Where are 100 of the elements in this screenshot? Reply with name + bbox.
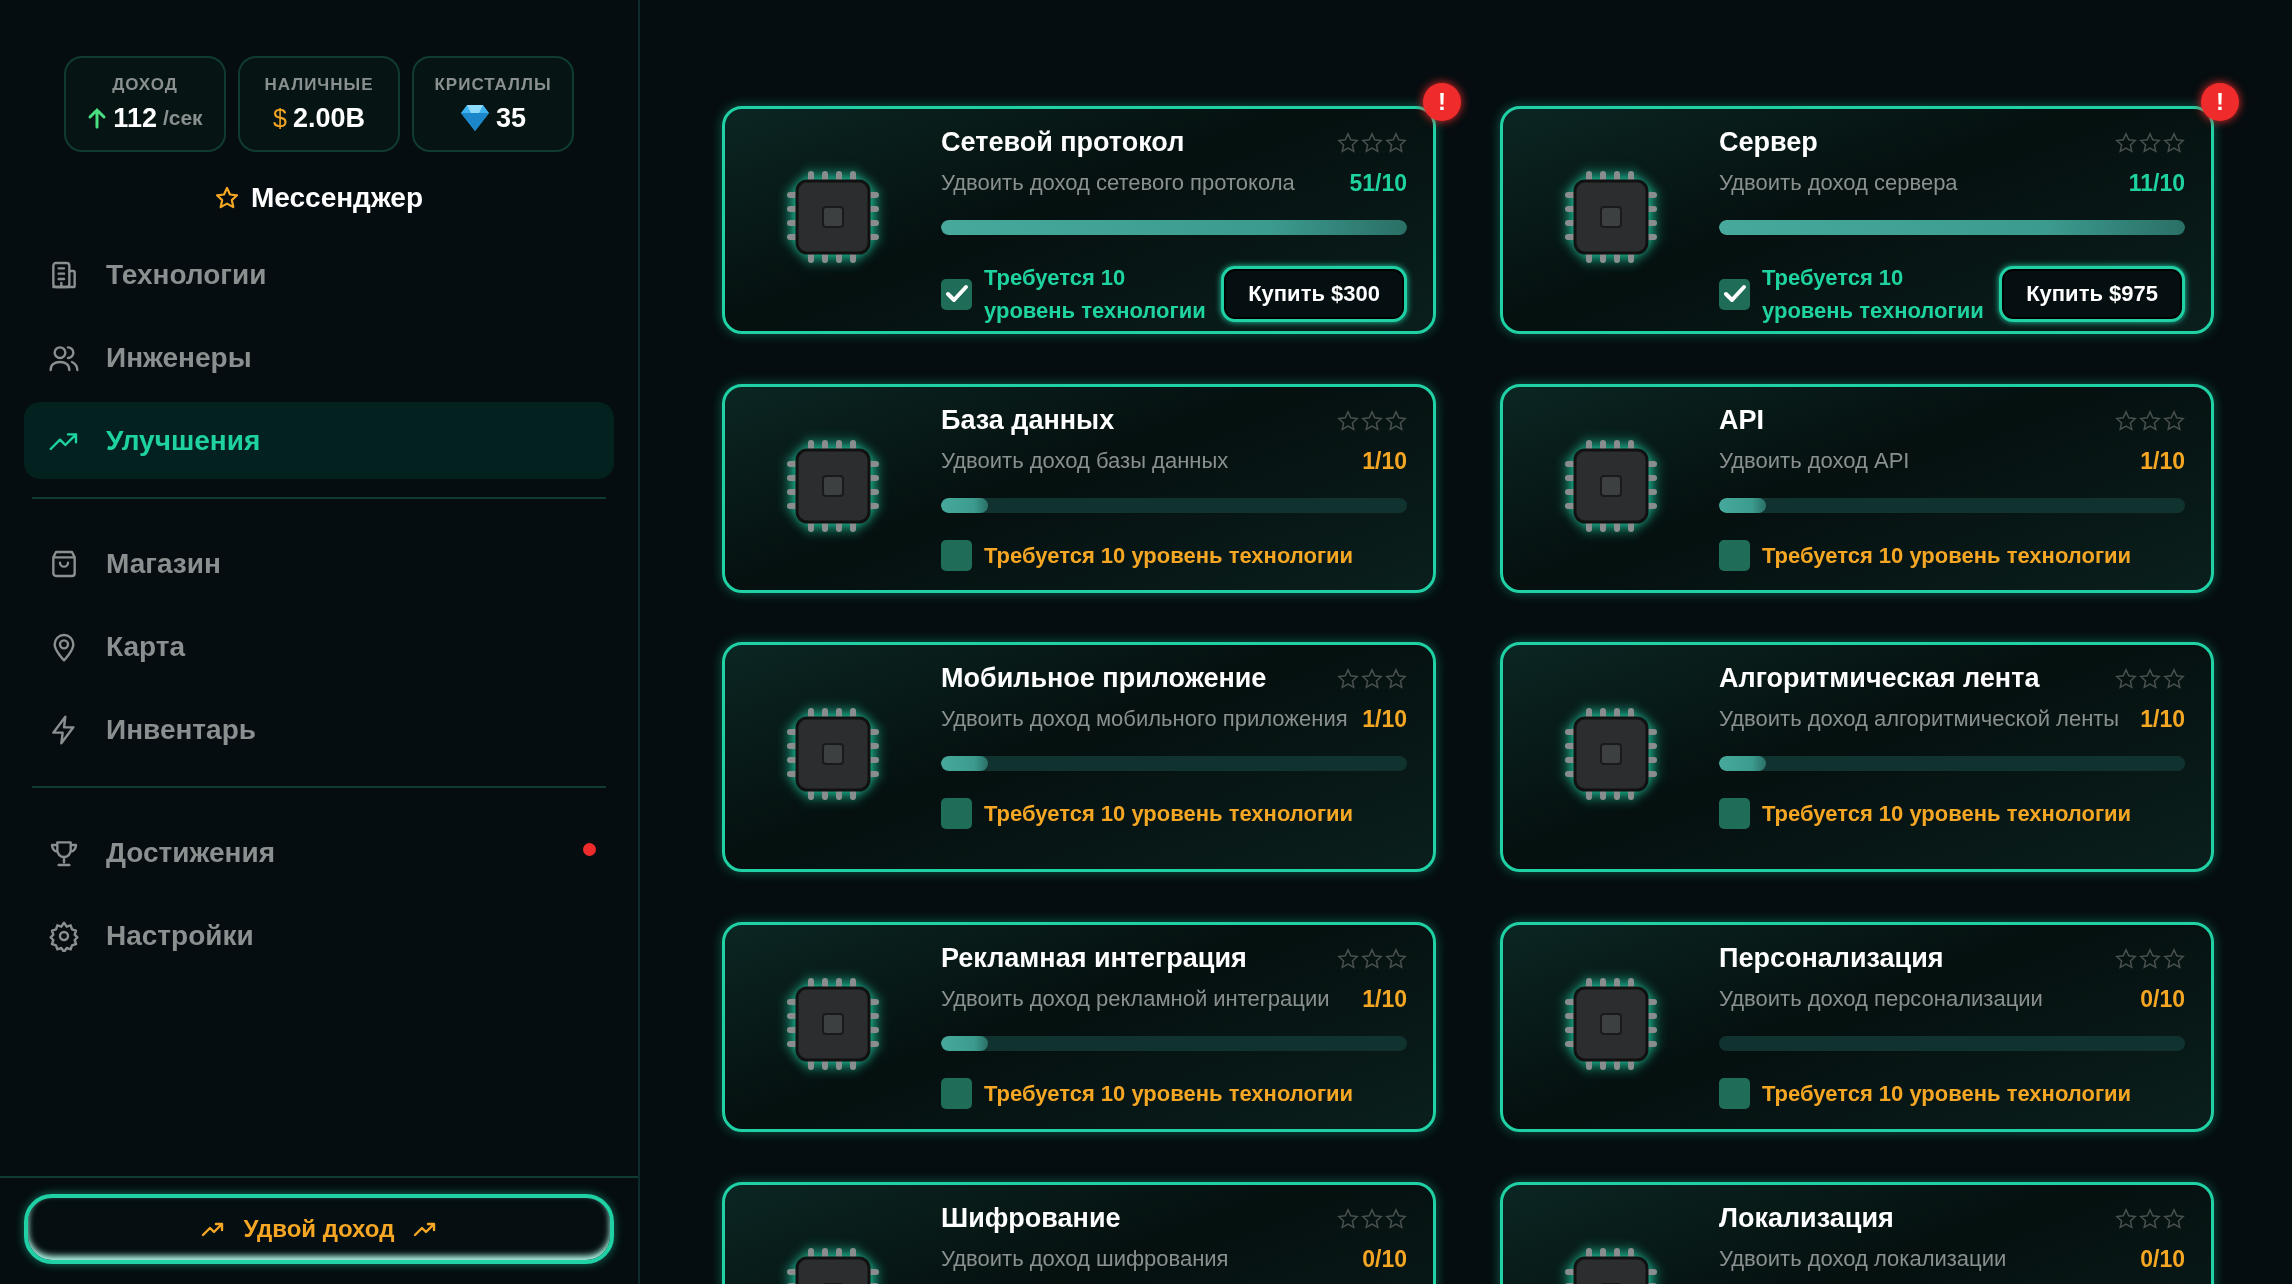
- upgrade-count: 0/10: [2140, 1245, 2185, 1273]
- star-icon: [1361, 947, 1383, 970]
- upgrade-count: 0/10: [1362, 1245, 1407, 1273]
- upgrade-description: Удвоить доход мобильного приложения: [941, 705, 1348, 733]
- checkbox[interactable]: [941, 540, 972, 571]
- star-icon: [1361, 131, 1383, 154]
- checkbox[interactable]: [941, 278, 972, 310]
- nav-item[interactable]: Технологии: [24, 236, 614, 313]
- upgrade-description: Удвоить доход шифрования: [941, 1245, 1229, 1273]
- upgrade-description: Удвоить доход API: [1719, 447, 1910, 475]
- stat-label: ДОХОД: [112, 74, 178, 95]
- nav-item[interactable]: Улучшения: [24, 402, 614, 479]
- upgrade-count: 1/10: [2140, 705, 2185, 733]
- nav-icon: [48, 919, 80, 952]
- upgrade-title: API: [1719, 405, 1764, 436]
- checkbox[interactable]: [1719, 1078, 1750, 1109]
- star-icon: [2163, 131, 2185, 154]
- upgrade-count: 1/10: [2140, 447, 2185, 475]
- upgrade-title: Персонализация: [1719, 943, 1944, 974]
- star-icon: [1385, 947, 1407, 970]
- requirement-text: Требуется 10 уровень технологии: [1762, 1080, 2132, 1108]
- requirement-text: Требуется 10 уровень технологии: [984, 800, 1354, 828]
- upgrade-count: 11/10: [2128, 169, 2185, 197]
- upgrade-title: База данных: [941, 405, 1115, 436]
- checkbox[interactable]: [941, 798, 972, 829]
- up-arrow-icon: [87, 107, 108, 129]
- boost-button[interactable]: Удвой доход: [24, 1194, 614, 1264]
- upgrade-description: Удвоить доход локализации: [1719, 1245, 2007, 1273]
- upgrade-title: Алгоритмическая лента: [1719, 663, 2040, 694]
- upgrade-title: Локализация: [1719, 1203, 1894, 1234]
- nav-item[interactable]: Магазин: [24, 525, 614, 602]
- buy-button[interactable]: Купить $975: [1999, 266, 2185, 322]
- checkbox[interactable]: [941, 1078, 972, 1109]
- upgrade-description: Удвоить доход сетевого протокола: [941, 169, 1295, 197]
- upgrade-description: Удвоить доход рекламной интеграции: [941, 985, 1330, 1013]
- star-icon: [2139, 409, 2161, 432]
- star-icon: [1337, 947, 1359, 970]
- nav-item[interactable]: Инвентарь: [24, 691, 614, 768]
- star-icon: [1337, 667, 1359, 690]
- star-icon: [2139, 1207, 2161, 1230]
- star-icon: [1361, 667, 1383, 690]
- upgrade-title: Рекламная интеграция: [941, 943, 1247, 974]
- requirement-text: Требуется 10 уровень технологии: [984, 264, 1207, 325]
- star-icon: [2163, 1207, 2185, 1230]
- star-icon: [2163, 667, 2185, 690]
- star-icon: [1385, 131, 1407, 154]
- nav-item[interactable]: Достижения: [24, 814, 614, 891]
- upgrade-description: Удвоить доход базы данных: [941, 447, 1229, 475]
- stat-value: 2.00B: [292, 102, 365, 134]
- star-icon: [1385, 1207, 1407, 1230]
- stat-unit: /сек: [162, 106, 203, 130]
- currency-sign: $: [273, 103, 287, 133]
- star-icon: [2139, 667, 2161, 690]
- upgrade-count: 1/10: [1362, 447, 1407, 475]
- upgrade-description: Удвоить доход алгоритмической ленты: [1719, 705, 2120, 733]
- diamond-icon: [459, 104, 490, 132]
- upgrade-title: Сервер: [1719, 127, 1818, 158]
- checkbox[interactable]: [1719, 540, 1750, 571]
- star-icon: [2115, 131, 2137, 154]
- nav-item[interactable]: Настройки: [24, 897, 614, 974]
- checkbox[interactable]: [1719, 278, 1750, 310]
- requirement-text: Требуется 10 уровень технологии: [1762, 800, 2132, 828]
- star-icon: [1337, 409, 1359, 432]
- upgrade-count: 51/10: [1349, 169, 1407, 197]
- star-icon: [2163, 947, 2185, 970]
- upgrade-description: Удвоить доход сервера: [1719, 169, 1958, 197]
- requirement-text: Требуется 10 уровень технологии: [1762, 264, 1985, 325]
- star-icon: [2115, 667, 2137, 690]
- upgrade-description: Удвоить доход персонализации: [1719, 985, 2043, 1013]
- star-icon: [2115, 1207, 2137, 1230]
- stat-value: 35: [495, 102, 526, 134]
- stat-label: КРИСТАЛЛЫ: [434, 74, 552, 95]
- stat-value: 112: [113, 102, 157, 134]
- star-icon: [1361, 409, 1383, 432]
- star-icon: [1385, 409, 1407, 432]
- alert-badge: !: [2201, 83, 2239, 121]
- upgrade-title: Шифрование: [941, 1203, 1121, 1234]
- upgrade-count: 0/10: [2140, 985, 2185, 1013]
- stat-label: НАЛИЧНЫЕ: [264, 74, 374, 95]
- requirement-text: Требуется 10 уровень технологии: [1762, 542, 2132, 570]
- checkbox[interactable]: [1719, 798, 1750, 829]
- star-icon: [1337, 1207, 1359, 1230]
- nav-item[interactable]: Карта: [24, 608, 614, 685]
- upgrade-title: Мобильное приложение: [941, 663, 1267, 694]
- star-icon: [214, 186, 239, 210]
- star-icon: [2139, 131, 2161, 154]
- nav-item[interactable]: Инженеры: [24, 319, 614, 396]
- company-name: Мессенджер: [250, 182, 424, 214]
- upgrade-count: 1/10: [1362, 705, 1407, 733]
- buy-button[interactable]: Купить $300: [1221, 266, 1407, 322]
- star-icon: [1361, 1207, 1383, 1230]
- requirement-text: Требуется 10 уровень технологии: [984, 1080, 1354, 1108]
- upgrade-count: 1/10: [1362, 985, 1407, 1013]
- alert-badge: !: [1423, 83, 1461, 121]
- star-icon: [2163, 409, 2185, 432]
- star-icon: [2139, 947, 2161, 970]
- requirement-text: Требуется 10 уровень технологии: [984, 542, 1354, 570]
- star-icon: [1385, 667, 1407, 690]
- star-icon: [2115, 409, 2137, 432]
- star-icon: [2115, 947, 2137, 970]
